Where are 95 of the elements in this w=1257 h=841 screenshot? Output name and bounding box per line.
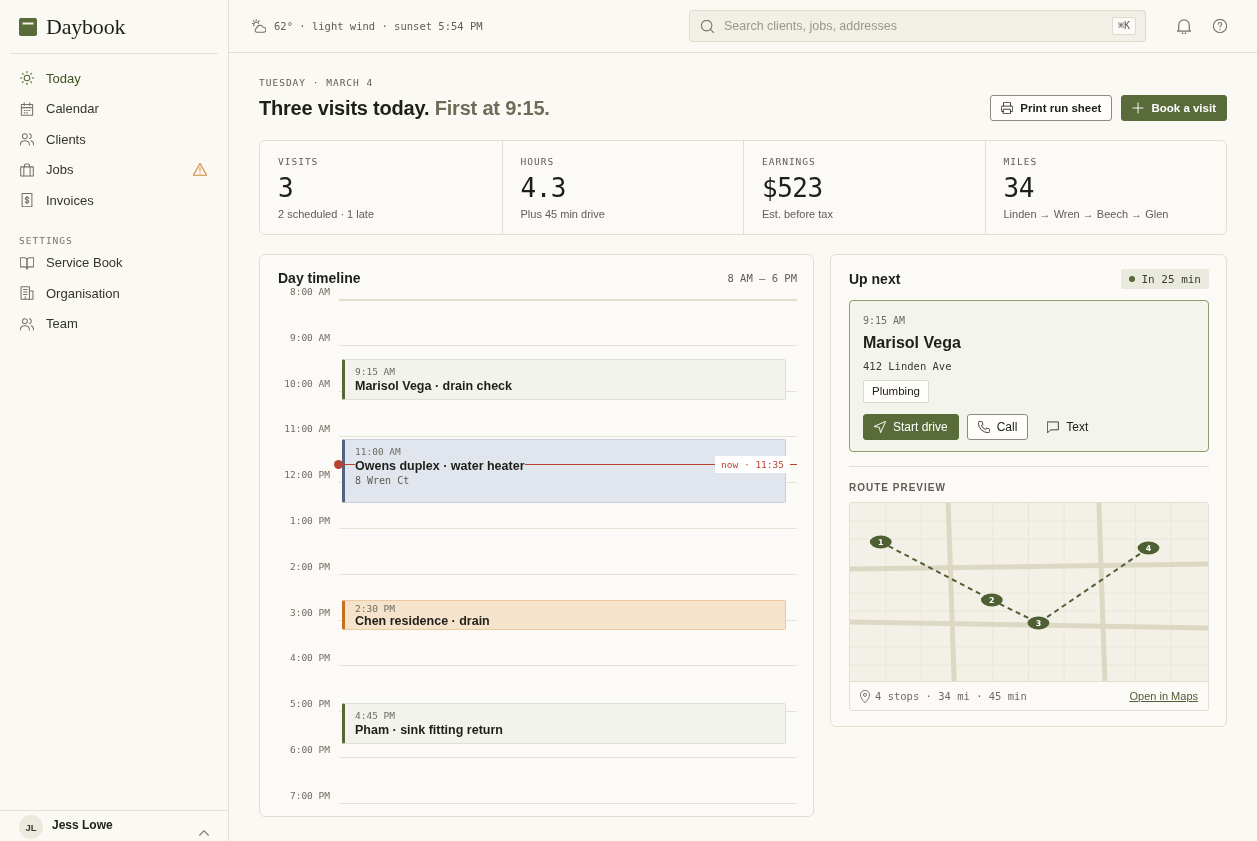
building-icon (20, 286, 34, 301)
visit-time: 2:30 PM (355, 603, 396, 614)
hour-label: 3:00 PM (288, 605, 330, 620)
chevron-up-icon[interactable] (199, 830, 209, 836)
calendar-icon (20, 101, 34, 116)
status-dot-icon (1129, 276, 1136, 282)
nav-item[interactable]: Jobs (0, 154, 228, 185)
hour-label: 10:00 AM (283, 376, 330, 391)
time-until-label: In 25 min (1141, 272, 1201, 286)
route-stop-marker: 1 (869, 535, 892, 549)
visit-address: 8 Wren Ct (355, 474, 410, 488)
hour-label: 8:00 AM (288, 286, 330, 299)
stat-label: VISITS (278, 156, 320, 168)
current-time-dot-icon (334, 460, 343, 469)
avatar: JL (19, 815, 43, 839)
stat-note: Est. before tax (762, 207, 834, 221)
start-drive-button[interactable]: Start drive (863, 414, 959, 440)
weather-icon (252, 19, 266, 33)
stat-value: 3 (278, 173, 295, 203)
logo-icon (19, 17, 37, 36)
user-name: Jess Lowe (52, 818, 113, 832)
visit-time: 9:15 AM (863, 315, 907, 327)
call-button[interactable]: Call (966, 414, 1029, 440)
sun-icon (20, 71, 34, 86)
route-stop-marker: 2 (980, 593, 1003, 607)
search-icon (701, 19, 714, 33)
section-heading: ROUTE PREVIEW (849, 482, 947, 494)
phone-icon (977, 421, 990, 433)
stat-note: Plus 45 min drive (520, 207, 606, 221)
hour-label: 9:00 AM (288, 330, 330, 345)
nav-item[interactable]: Calendar (0, 93, 228, 124)
book-icon (20, 255, 34, 270)
visit-block[interactable]: 4:45 PM Pham · sink fitting return (342, 703, 786, 744)
briefcase-icon (20, 162, 34, 177)
visit-title: Owens duplex · water heater (355, 458, 525, 474)
date-label: TUESDAY · MARCH 4 (259, 77, 375, 89)
stat-value: 4.3 (520, 173, 567, 203)
people-icon (20, 132, 34, 147)
shortcut-hint: ⌘K (1111, 17, 1136, 35)
visit-title: Chen residence · drain (355, 614, 490, 628)
map-pin-icon (860, 689, 870, 703)
weather-summary: 62° · light wind · sunset 5:54 PM (274, 20, 483, 32)
people-icon (20, 316, 34, 331)
stat-label: MILES (1003, 156, 1039, 168)
hour-label: 7:00 PM (288, 788, 330, 803)
visit-title: Pham · sink fitting return (355, 722, 503, 738)
visit-time: 11:00 AM (355, 446, 401, 458)
stat-value: $523 (762, 173, 824, 203)
help-icon[interactable] (1213, 19, 1227, 33)
hour-label: 11:00 AM (283, 422, 330, 437)
stat-note: 2 scheduled · 1 late (278, 207, 375, 221)
client-address: 412 Linden Ave (863, 359, 953, 373)
visit-title: Marisol Vega · drain check (355, 378, 512, 394)
stat-value: 34 (1003, 173, 1035, 203)
route-stop-marker: 3 (1027, 616, 1050, 630)
visit-block[interactable]: 2:30 PM Chen residence · drain (342, 600, 786, 630)
hour-label: 1:00 PM (288, 514, 330, 528)
hour-label: 2:00 PM (288, 559, 330, 574)
page-title: Three visits today. First at 9:15. (259, 96, 550, 121)
nav-item[interactable]: Organisation (0, 278, 228, 309)
route-summary: 4 stops · 34 mi · 45 min (875, 690, 1027, 702)
visit-time: 9:15 AM (355, 366, 396, 378)
stat-label: EARNINGS (762, 156, 817, 168)
visit-block[interactable]: 9:15 AM Marisol Vega · drain check (342, 359, 786, 400)
hour-label: 4:00 PM (288, 651, 330, 666)
hour-label: 12:00 PM (283, 468, 330, 483)
panel-title: Day timeline (278, 271, 361, 285)
route-stop-marker: 4 (1137, 541, 1160, 555)
hour-label: 5:00 PM (288, 697, 330, 712)
service-tag: Plumbing (863, 380, 929, 403)
brand-name: Daybook (46, 13, 126, 40)
current-time-label: now · 11:35 (715, 456, 790, 473)
hour-label: 6:00 PM (288, 742, 330, 757)
text-message-button[interactable]: Text (1036, 414, 1100, 440)
time-range: 8 AM — 6 PM (727, 271, 797, 285)
printer-icon (1001, 102, 1014, 114)
nav-item[interactable]: Invoices (0, 185, 228, 216)
nav-item[interactable]: Today (0, 63, 228, 94)
receipt-icon (20, 193, 34, 208)
stat-note: Linden → Wren → Beech → Glen (1003, 207, 1170, 221)
nav-item[interactable]: Clients (0, 124, 228, 155)
plus-icon (1132, 102, 1145, 114)
book-visit-button[interactable]: Book a visit (1121, 95, 1227, 121)
nav-item[interactable]: Service Book (0, 247, 228, 278)
panel-title: Up next (849, 271, 901, 287)
visit-time: 4:45 PM (355, 710, 396, 722)
notifications-icon[interactable] (1177, 18, 1191, 34)
navigation-arrow-icon (874, 421, 886, 433)
chat-bubble-icon (1047, 421, 1060, 433)
open-in-maps-link[interactable]: Open in Maps (1129, 690, 1198, 702)
client-name: Marisol Vega (863, 333, 962, 353)
section-heading: SETTINGS (18, 233, 74, 248)
nav-item[interactable]: Team (0, 308, 228, 339)
stat-label: HOURS (520, 156, 556, 168)
print-run-sheet-button[interactable]: Print run sheet (990, 95, 1113, 121)
